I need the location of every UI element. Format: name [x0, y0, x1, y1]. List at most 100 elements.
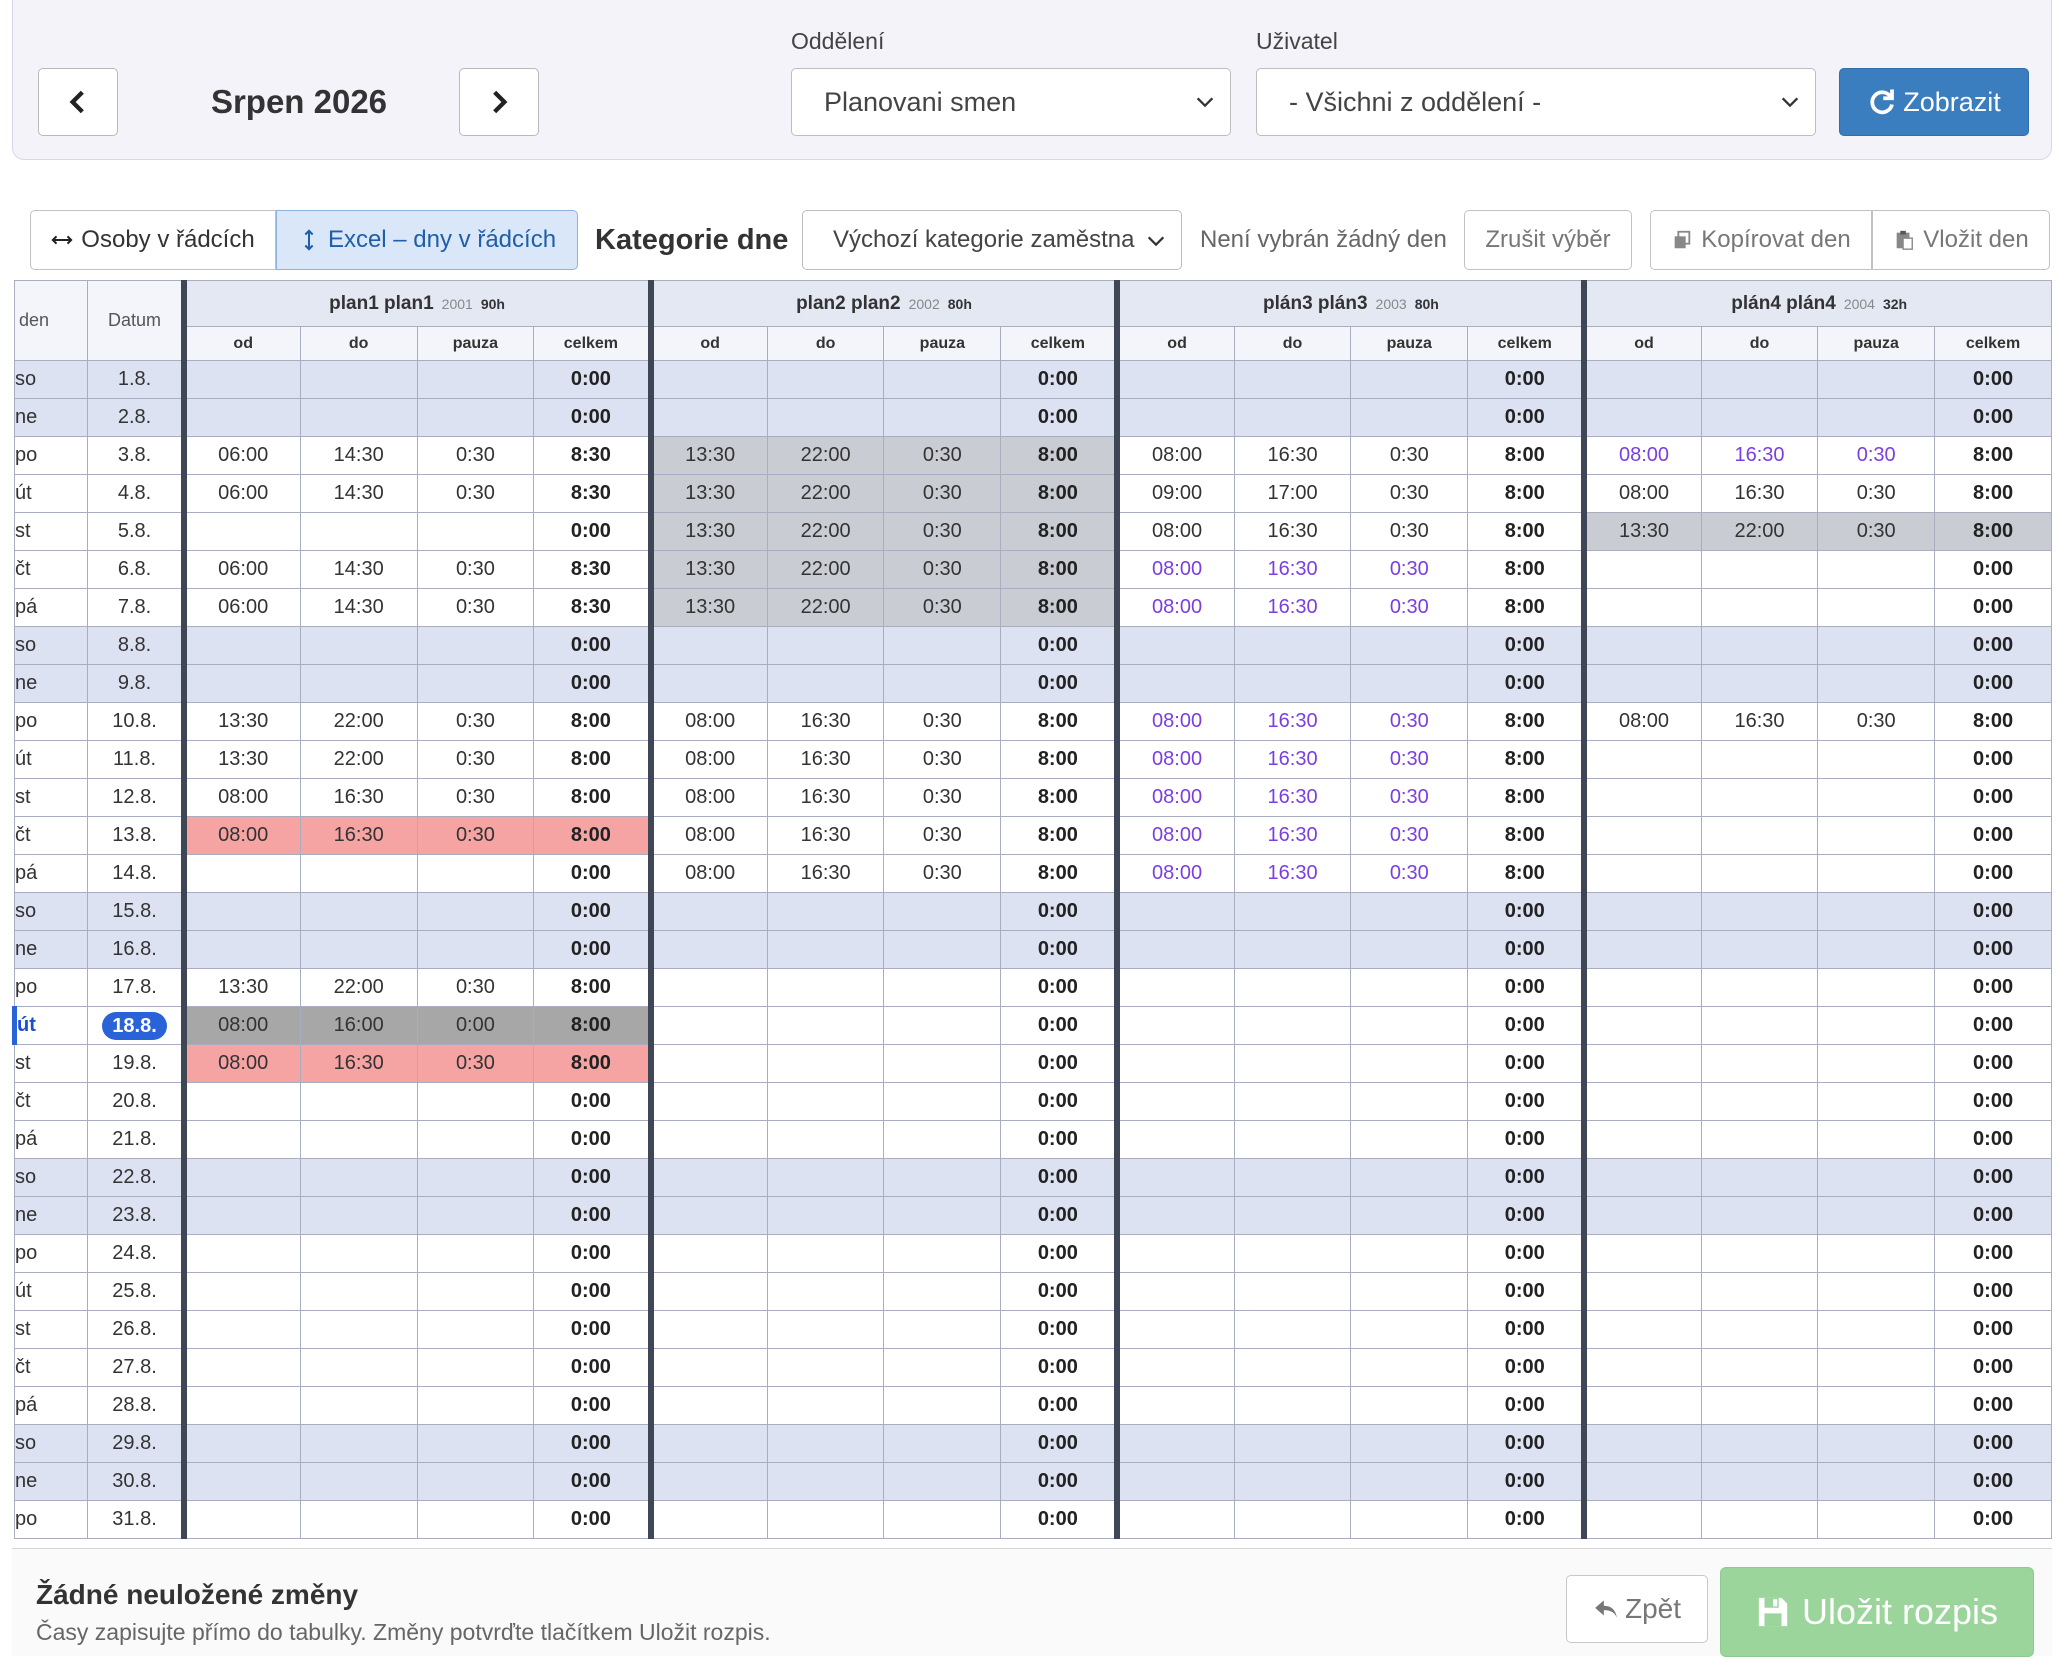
shift-start-cell[interactable] — [1114, 1424, 1235, 1463]
shift-end-cell[interactable] — [299, 892, 418, 931]
shift-break-cell[interactable] — [1817, 1044, 1936, 1083]
shift-break-cell[interactable] — [883, 1500, 1002, 1539]
shift-end-cell[interactable] — [299, 398, 418, 437]
shift-break-cell[interactable] — [1350, 1272, 1469, 1311]
shift-start-cell[interactable]: 13:30 — [647, 550, 768, 589]
shift-end-cell[interactable] — [299, 1310, 418, 1349]
shift-break-cell[interactable] — [1817, 626, 1936, 665]
shift-end-cell[interactable] — [299, 1082, 418, 1121]
shift-end-cell[interactable] — [766, 398, 885, 437]
shift-end-cell[interactable] — [766, 626, 885, 665]
shift-start-cell[interactable] — [647, 1386, 768, 1425]
shift-break-cell[interactable] — [1817, 968, 1936, 1007]
shift-end-cell[interactable] — [1700, 1006, 1819, 1045]
shift-start-cell[interactable] — [1581, 1006, 1702, 1045]
shift-break-cell[interactable]: 0:30 — [1350, 588, 1469, 627]
shift-end-cell[interactable] — [1233, 1500, 1352, 1539]
shift-break-cell[interactable] — [883, 664, 1002, 703]
shift-end-cell[interactable] — [299, 1386, 418, 1425]
shift-break-cell[interactable]: 0:30 — [1350, 702, 1469, 741]
shift-break-cell[interactable] — [1817, 1348, 1936, 1387]
shift-start-cell[interactable] — [180, 1386, 301, 1425]
shift-start-cell[interactable]: 13:30 — [180, 740, 301, 779]
shift-start-cell[interactable]: 08:00 — [1114, 740, 1235, 779]
shift-break-cell[interactable] — [416, 854, 535, 893]
shift-start-cell[interactable] — [1114, 1310, 1235, 1349]
shift-start-cell[interactable]: 06:00 — [180, 474, 301, 513]
shift-start-cell[interactable] — [180, 398, 301, 437]
shift-end-cell[interactable]: 22:00 — [766, 550, 885, 589]
shift-end-cell[interactable] — [299, 1424, 418, 1463]
shift-break-cell[interactable]: 0:30 — [883, 436, 1002, 475]
shift-start-cell[interactable] — [1114, 1348, 1235, 1387]
shift-end-cell[interactable] — [766, 930, 885, 969]
shift-start-cell[interactable] — [1581, 1424, 1702, 1463]
shift-break-cell[interactable] — [1817, 816, 1936, 855]
shift-end-cell[interactable]: 16:30 — [1233, 588, 1352, 627]
shift-start-cell[interactable] — [647, 664, 768, 703]
shift-end-cell[interactable] — [766, 892, 885, 931]
shift-end-cell[interactable] — [1233, 1082, 1352, 1121]
shift-break-cell[interactable]: 0:30 — [1350, 740, 1469, 779]
shift-start-cell[interactable] — [180, 1120, 301, 1159]
shift-break-cell[interactable]: 0:30 — [883, 816, 1002, 855]
shift-end-cell[interactable] — [766, 1386, 885, 1425]
shift-start-cell[interactable]: 08:00 — [647, 740, 768, 779]
shift-break-cell[interactable] — [1817, 1310, 1936, 1349]
shift-break-cell[interactable]: 0:30 — [416, 1044, 535, 1083]
shift-start-cell[interactable] — [647, 360, 768, 399]
shift-break-cell[interactable]: 0:30 — [883, 588, 1002, 627]
shift-start-cell[interactable] — [647, 1462, 768, 1501]
shift-end-cell[interactable] — [1700, 664, 1819, 703]
shift-start-cell[interactable] — [180, 892, 301, 931]
shift-start-cell[interactable] — [1581, 854, 1702, 893]
shift-end-cell[interactable] — [299, 1196, 418, 1235]
shift-start-cell[interactable] — [1581, 892, 1702, 931]
shift-start-cell[interactable]: 08:00 — [1581, 474, 1702, 513]
shift-break-cell[interactable] — [1817, 1386, 1936, 1425]
shift-break-cell[interactable] — [1817, 1424, 1936, 1463]
shift-break-cell[interactable] — [1350, 1500, 1469, 1539]
shift-end-cell[interactable] — [766, 1120, 885, 1159]
shift-end-cell[interactable]: 16:30 — [299, 778, 418, 817]
shift-break-cell[interactable] — [1350, 1082, 1469, 1121]
shift-break-cell[interactable] — [1817, 1006, 1936, 1045]
shift-break-cell[interactable] — [883, 1272, 1002, 1311]
shift-break-cell[interactable]: 0:30 — [416, 550, 535, 589]
shift-start-cell[interactable]: 08:00 — [647, 854, 768, 893]
shift-end-cell[interactable] — [1700, 968, 1819, 1007]
shift-break-cell[interactable] — [1817, 778, 1936, 817]
shift-start-cell[interactable] — [1114, 1120, 1235, 1159]
shift-start-cell[interactable]: 08:00 — [647, 816, 768, 855]
shift-break-cell[interactable]: 0:30 — [416, 740, 535, 779]
shift-break-cell[interactable]: 0:30 — [883, 474, 1002, 513]
shift-break-cell[interactable] — [416, 892, 535, 931]
shift-break-cell[interactable] — [1817, 1500, 1936, 1539]
shift-break-cell[interactable] — [883, 626, 1002, 665]
shift-start-cell[interactable]: 08:00 — [180, 1044, 301, 1083]
shift-start-cell[interactable] — [1581, 664, 1702, 703]
shift-break-cell[interactable] — [1350, 1234, 1469, 1273]
shift-start-cell[interactable] — [1114, 1196, 1235, 1235]
shift-break-cell[interactable] — [883, 930, 1002, 969]
shift-break-cell[interactable] — [416, 1082, 535, 1121]
shift-end-cell[interactable]: 22:00 — [299, 740, 418, 779]
shift-break-cell[interactable] — [416, 1196, 535, 1235]
shift-break-cell[interactable] — [883, 1082, 1002, 1121]
shift-break-cell[interactable]: 0:30 — [1350, 550, 1469, 589]
shift-end-cell[interactable] — [1700, 1234, 1819, 1273]
shift-start-cell[interactable] — [180, 1462, 301, 1501]
shift-end-cell[interactable] — [299, 1120, 418, 1159]
shift-end-cell[interactable] — [1700, 892, 1819, 931]
shift-break-cell[interactable] — [1817, 664, 1936, 703]
shift-start-cell[interactable] — [1114, 1234, 1235, 1273]
shift-start-cell[interactable] — [1581, 1234, 1702, 1273]
shift-end-cell[interactable] — [1700, 740, 1819, 779]
shift-break-cell[interactable] — [1817, 1234, 1936, 1273]
shift-start-cell[interactable] — [647, 398, 768, 437]
shift-break-cell[interactable]: 0:30 — [416, 436, 535, 475]
shift-start-cell[interactable] — [1581, 740, 1702, 779]
save-schedule-button[interactable]: Uložit rozpis — [1720, 1567, 2034, 1657]
shift-end-cell[interactable] — [1233, 1120, 1352, 1159]
shift-end-cell[interactable]: 16:30 — [1233, 778, 1352, 817]
